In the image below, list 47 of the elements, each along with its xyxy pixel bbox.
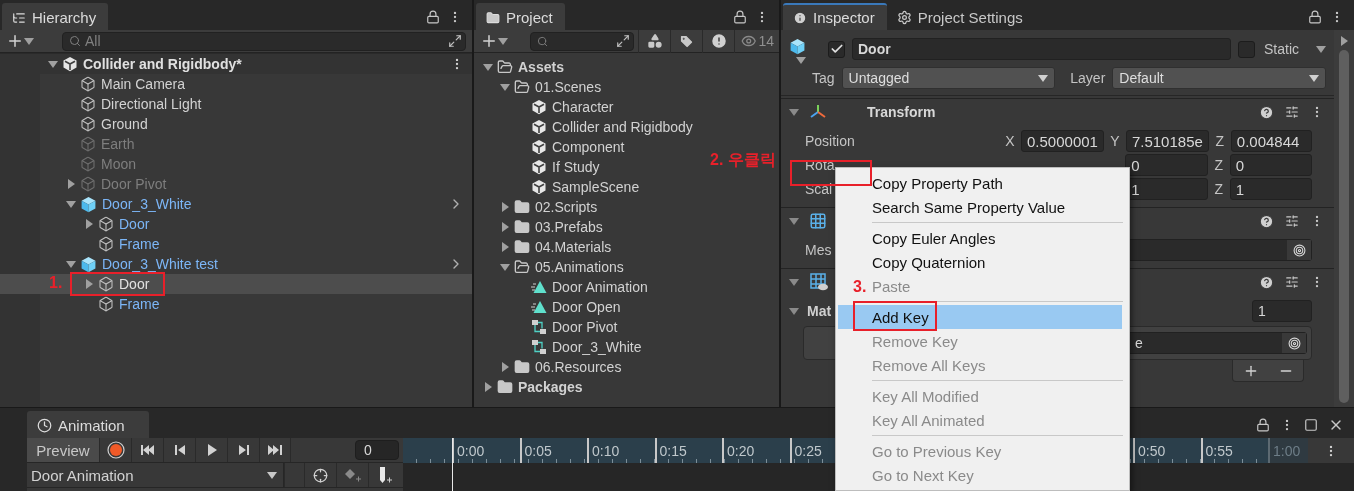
asset-name: 02.Scripts bbox=[535, 199, 598, 215]
asset-name: 06.Resources bbox=[535, 359, 622, 375]
asset-name: Component bbox=[552, 139, 625, 155]
layer-label: Layer bbox=[1070, 70, 1106, 86]
object-name: Moon bbox=[101, 156, 137, 172]
object-name: Door Pivot bbox=[101, 176, 167, 192]
asset-name: Door_3_White bbox=[552, 339, 642, 355]
asset-name: 05.Animations bbox=[535, 259, 624, 275]
object-name: Main Camera bbox=[101, 76, 186, 92]
object-name: Door bbox=[119, 216, 150, 232]
asset-name: Packages bbox=[518, 379, 583, 395]
axis-label: Z bbox=[1214, 133, 1226, 149]
asset-name: Door Open bbox=[552, 299, 621, 315]
property-label: Mes bbox=[805, 242, 832, 258]
annotation-label: 3. bbox=[853, 278, 867, 296]
time-label: 1:00 bbox=[1268, 438, 1308, 463]
asset-name: 04.Materials bbox=[535, 239, 612, 255]
asset-name: Character bbox=[552, 99, 614, 115]
tag-label: Tag bbox=[812, 70, 835, 86]
asset-name: 01.Scenes bbox=[535, 79, 602, 95]
asset-name: 03.Prefabs bbox=[535, 219, 603, 235]
object-name: Door_3_White test bbox=[102, 256, 218, 272]
axis-label: Z bbox=[1213, 181, 1224, 197]
static-label: Static bbox=[1264, 41, 1299, 57]
asset-name: Collider and Rigidbody bbox=[552, 119, 693, 135]
property-label: Mat bbox=[807, 303, 832, 319]
object-name: Frame bbox=[119, 236, 160, 252]
asset-name: Door Animation bbox=[552, 279, 648, 295]
asset-name: Assets bbox=[518, 59, 564, 75]
asset-name: SampleScene bbox=[552, 179, 640, 195]
axis-label: X bbox=[1004, 133, 1016, 149]
property-label: Position bbox=[805, 133, 856, 149]
object-name: Frame bbox=[119, 296, 160, 312]
annotation-label: 2. 우클릭 bbox=[710, 150, 776, 170]
asset-name: Door Pivot bbox=[552, 319, 618, 335]
object-name: Earth bbox=[101, 136, 135, 152]
hidden-count: 14 bbox=[758, 33, 774, 49]
annotation-label: 1. bbox=[49, 274, 63, 292]
scene-name: Collider and Rigidbody* bbox=[83, 56, 242, 72]
object-name: Door bbox=[119, 276, 150, 292]
object-name: Ground bbox=[101, 116, 148, 132]
object-name: Directional Light bbox=[101, 96, 202, 112]
component-title: Transform bbox=[867, 104, 936, 120]
axis-label: Y bbox=[1109, 133, 1121, 149]
object-name: Door_3_White bbox=[102, 196, 192, 212]
asset-name: If Study bbox=[552, 159, 600, 175]
axis-label: Z bbox=[1213, 157, 1224, 173]
